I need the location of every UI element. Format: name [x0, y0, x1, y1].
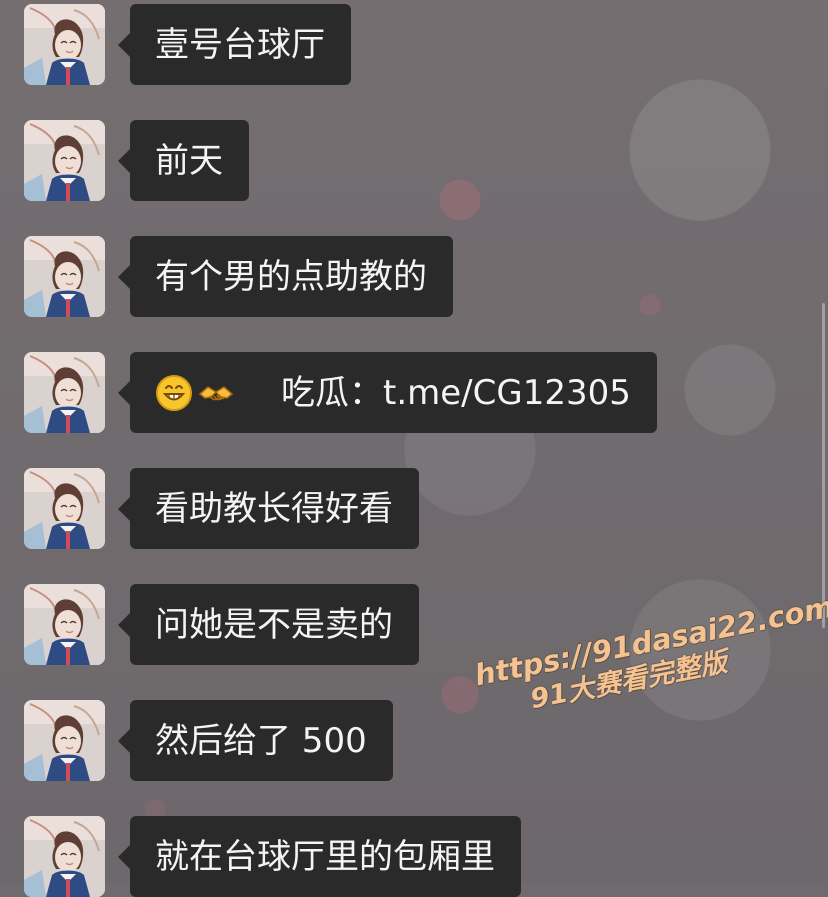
user-avatar-icon[interactable] — [24, 352, 105, 433]
message-text: 问她是不是卖的 — [155, 604, 393, 645]
message-row: 看助教长得好看 — [24, 468, 419, 549]
message-text: 壹号台球厅 — [155, 24, 325, 65]
message-bubble[interactable]: 就在台球厅里的包厢里 — [118, 816, 521, 897]
message-bubble[interactable]: 问她是不是卖的 — [118, 584, 419, 665]
message-text: 就在台球厅里的包厢里 — [155, 836, 495, 877]
user-avatar-icon[interactable] — [24, 816, 105, 897]
message-row: 前天 — [24, 120, 249, 201]
handshake-icon — [197, 374, 235, 412]
message-row: 有个男的点助教的 — [24, 236, 453, 317]
message-row: 然后给了 500 — [24, 700, 393, 781]
message-row: 壹号台球厅 — [24, 4, 351, 85]
user-avatar-icon[interactable] — [24, 236, 105, 317]
message-bubble[interactable]: 看助教长得好看 — [118, 468, 419, 549]
message-bubble[interactable]: 壹号台球厅 — [118, 4, 351, 85]
user-avatar-icon[interactable] — [24, 4, 105, 85]
message-row: 就在台球厅里的包厢里 — [24, 816, 521, 897]
message-bubble[interactable]: 有个男的点助教的 — [118, 236, 453, 317]
message-row: 吃瓜：t.me/CG12305 — [24, 352, 657, 433]
message-text: 看助教长得好看 — [155, 488, 393, 529]
user-avatar-icon[interactable] — [24, 584, 105, 665]
user-avatar-icon[interactable] — [24, 700, 105, 781]
message-text: 前天 — [155, 140, 223, 181]
message-text: 有个男的点助教的 — [155, 256, 427, 297]
message-row: 问她是不是卖的 — [24, 584, 419, 665]
message-bubble[interactable]: 吃瓜：t.me/CG12305 — [118, 352, 657, 433]
message-text: 吃瓜：t.me/CG12305 — [281, 372, 631, 413]
message-bubble[interactable]: 然后给了 500 — [118, 700, 393, 781]
message-text: 然后给了 500 — [155, 720, 367, 761]
user-avatar-icon[interactable] — [24, 468, 105, 549]
scrollbar[interactable] — [822, 303, 825, 628]
message-bubble[interactable]: 前天 — [118, 120, 249, 201]
grinning-face-icon — [155, 374, 193, 412]
user-avatar-icon[interactable] — [24, 120, 105, 201]
